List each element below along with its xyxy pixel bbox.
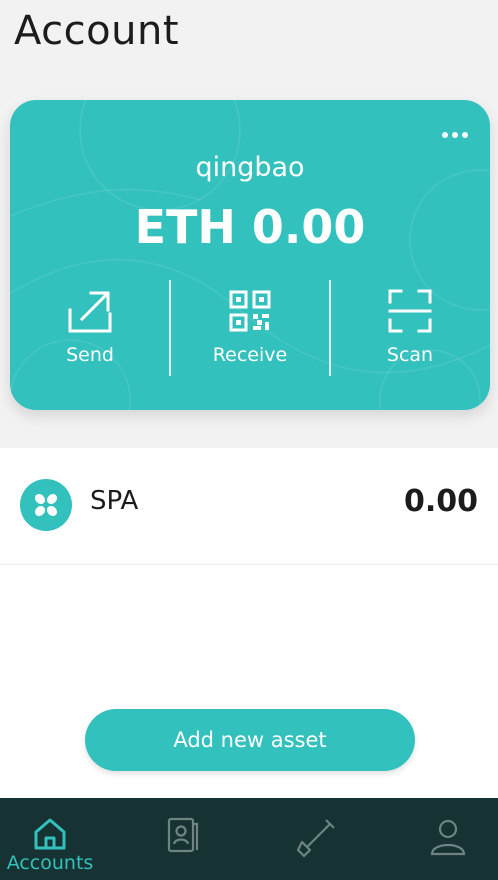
account-balance: ETH 0.00 [134,200,366,254]
tab-contacts[interactable] [133,798,233,880]
tab-accounts-label: Accounts [6,852,94,874]
contacts-icon [167,817,199,853]
wallet-card[interactable]: qingbao ETH 0.00 Send Receive Scan [10,100,490,410]
account-name: qingbao [195,152,305,183]
tab-accounts[interactable]: Accounts [0,798,100,880]
spa-token-icon [20,479,72,531]
scan-label: Scan [386,344,434,366]
scan-button[interactable]: Scan [330,278,490,378]
asset-amount: 0.00 [403,484,478,519]
bottom-tab-bar: Accounts [0,798,498,880]
receive-label: Receive [212,344,288,366]
home-icon [34,818,66,850]
card-actions: Send Receive Scan [10,278,490,378]
receive-button[interactable]: Receive [170,278,330,378]
scan-icon [388,289,432,333]
tab-profile[interactable] [398,798,498,880]
send-label: Send [66,344,114,366]
asset-row-spa[interactable]: SPA 0.00 [0,448,498,565]
profile-icon [430,819,466,856]
asset-symbol: SPA [90,486,139,516]
send-icon [68,291,112,333]
more-dots-icon[interactable] [442,130,468,140]
add-new-asset-button[interactable]: Add new asset [85,709,415,771]
qr-code-icon [229,290,271,332]
shovel-icon [296,819,335,858]
page-title: Account [14,8,180,54]
tab-mining[interactable] [266,798,366,880]
send-button[interactable]: Send [10,278,170,378]
